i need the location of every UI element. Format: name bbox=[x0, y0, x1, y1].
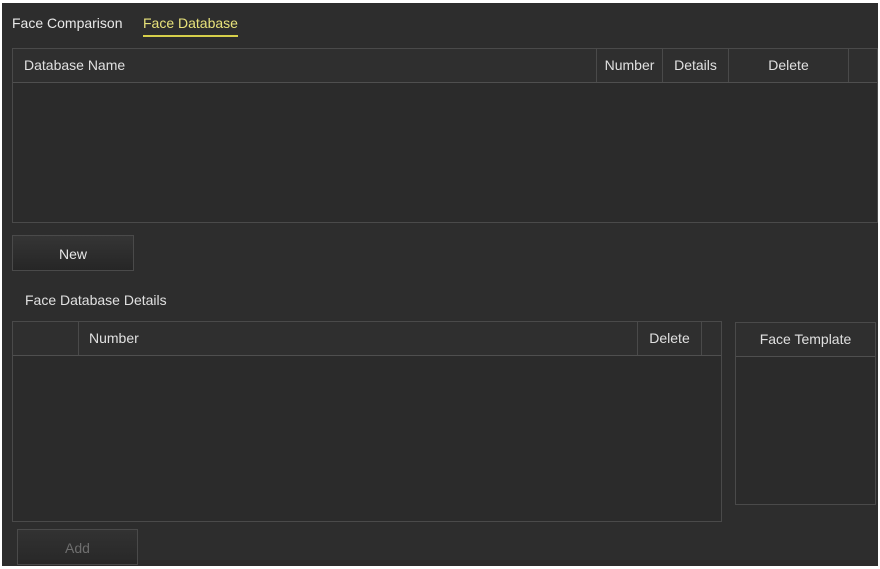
new-button[interactable]: New bbox=[12, 235, 134, 271]
face-template-preview bbox=[736, 357, 875, 504]
tab-face-database[interactable]: Face Database bbox=[143, 15, 238, 37]
column-delete: Delete bbox=[729, 49, 849, 82]
database-table: Database Name Number Details Delete bbox=[12, 48, 878, 223]
face-database-details-title: Face Database Details bbox=[25, 292, 167, 308]
column-delete: Delete bbox=[638, 322, 702, 355]
column-spacer bbox=[702, 322, 721, 355]
column-number: Number bbox=[597, 49, 663, 82]
add-button[interactable]: Add bbox=[17, 529, 138, 565]
details-table: Number Delete bbox=[12, 321, 722, 522]
details-table-header: Number Delete bbox=[13, 322, 721, 356]
face-template-panel: Face Template bbox=[735, 322, 876, 505]
face-database-screen: Face Comparison Face Database Database N… bbox=[2, 3, 878, 566]
column-details: Details bbox=[663, 49, 729, 82]
tab-face-comparison[interactable]: Face Comparison bbox=[12, 15, 123, 31]
column-select bbox=[13, 322, 79, 355]
column-spacer bbox=[849, 49, 877, 82]
face-template-title: Face Template bbox=[736, 323, 875, 357]
database-table-header: Database Name Number Details Delete bbox=[13, 49, 877, 83]
column-database-name: Database Name bbox=[13, 49, 597, 82]
details-table-body[interactable] bbox=[13, 356, 721, 521]
database-table-body[interactable] bbox=[13, 83, 877, 222]
column-number: Number bbox=[79, 322, 638, 355]
